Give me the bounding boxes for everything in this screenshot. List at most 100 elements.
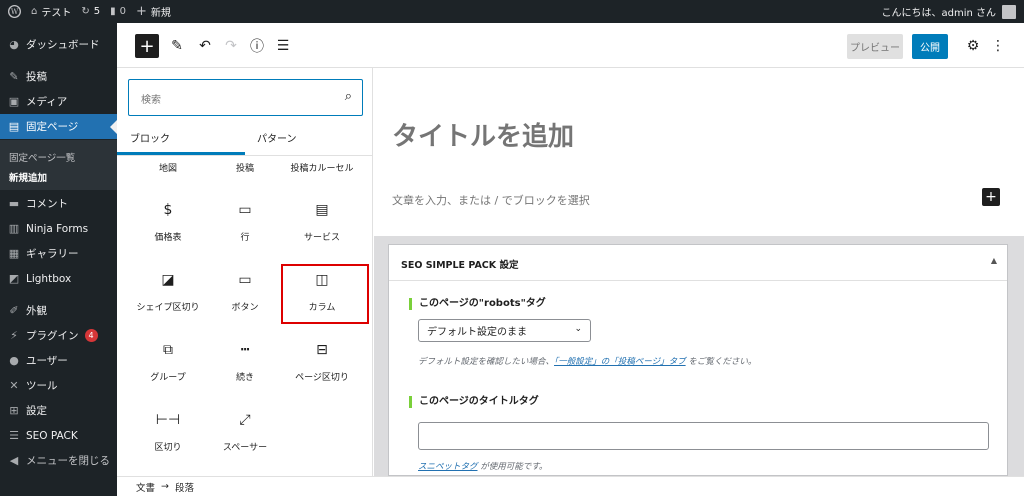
sidebar-item-tools[interactable]: ✕ ツール [0, 373, 117, 398]
more-vertical-icon: ⋮ [991, 38, 1005, 54]
avatar [1002, 4, 1016, 19]
updates-count: 5 [93, 6, 101, 17]
general-settings-link[interactable]: 「一般設定」の「投稿ページ」タブ [554, 357, 686, 367]
caret-up-icon[interactable]: ▲ [991, 256, 997, 265]
columns-icon: ◫ [315, 272, 329, 288]
robots-help-text: デフォルト設定を確認したい場合、「一般設定」の「投稿ページ」タブ をご覧ください… [418, 355, 756, 367]
undo-icon: ↶ [199, 38, 211, 54]
lightbox-icon: ◩ [8, 272, 20, 285]
submenu-add-new[interactable]: 新規追加 [9, 170, 47, 184]
add-block-toggle-button[interactable]: + [135, 34, 159, 58]
preview-button[interactable]: プレビュー [847, 34, 903, 59]
block-label: ボタン [231, 303, 259, 313]
block-pricing-table[interactable]: $ 価格表 [128, 200, 208, 243]
sidebar-item-lightbox[interactable]: ◩ Lightbox [0, 266, 117, 291]
new-content-link[interactable]: + 新規 [136, 0, 171, 23]
comment-icon: ▬ [8, 197, 20, 210]
inline-add-block-button[interactable]: + [982, 188, 1000, 206]
block-service[interactable]: ▤ サービス [282, 200, 362, 243]
block-spacer[interactable]: ⤢ スペーサー [205, 410, 285, 453]
media-icon: ▣ [8, 95, 20, 108]
sidebar-item-posts[interactable]: ✎ 投稿 [0, 64, 117, 89]
block-search-input[interactable]: 検索 ⌕ [128, 79, 363, 116]
spacer-icon: ⤢ [239, 412, 251, 428]
sidebar-item-plugins[interactable]: ⚡ プラグイン 4 [0, 323, 117, 348]
block-group[interactable]: ⧉ グループ [128, 340, 208, 383]
sidebar-item-label: ダッシュボード [26, 39, 100, 51]
robots-select[interactable]: デフォルト設定のまま ⌄ [418, 319, 591, 342]
editor-canvas: タイトルを追加 文章を入力、または / でブロックを選択 + [374, 68, 1024, 236]
sidebar-item-ninja-forms[interactable]: ▥ Ninja Forms [0, 216, 117, 241]
sidebar-item-appearance[interactable]: ✐ 外観 [0, 298, 117, 323]
sidebar-item-pages[interactable]: ▤ 固定ページ [0, 114, 117, 139]
sidebar-item-label: 外観 [26, 305, 47, 317]
title-tag-input[interactable] [418, 422, 989, 450]
sidebar-item-dashboard[interactable]: ◕ ダッシュボード [0, 32, 117, 57]
updates-link[interactable]: ↻ 5 [81, 0, 100, 23]
sidebar-item-comments[interactable]: ▬ コメント [0, 191, 117, 216]
sidebar-item-label: メニューを閉じる [26, 455, 110, 467]
list-view-button[interactable]: ☰ [271, 34, 295, 58]
undo-button[interactable]: ↶ [193, 34, 217, 58]
redo-button[interactable]: ↷ [219, 34, 243, 58]
site-name-link[interactable]: ⌂ テスト [31, 0, 71, 23]
block-shape-divider[interactable]: ◪ シェイプ区切り [128, 270, 208, 313]
gallery-icon: ▦ [8, 247, 20, 260]
tools-button[interactable]: ✎ [165, 34, 189, 58]
block-button[interactable]: ▭ ボタン [205, 270, 285, 313]
snippet-tag-link[interactable]: スニペットタグ [418, 462, 478, 472]
chevron-down-icon: ⌄ [574, 324, 582, 334]
breadcrumb-document[interactable]: 文書 [136, 480, 155, 494]
sidebar-item-gallery[interactable]: ▦ ギャラリー [0, 241, 117, 266]
sidebar-collapse-menu[interactable]: ◀ メニューを閉じる [0, 448, 117, 473]
close-icon: + [139, 35, 155, 57]
sidebar-item-media[interactable]: ▣ メディア [0, 89, 117, 114]
tab-patterns[interactable]: パターン [257, 130, 297, 145]
publish-button[interactable]: 公開 [912, 34, 948, 59]
row-icon: ▭ [238, 202, 252, 218]
sidebar-item-label: Lightbox [26, 272, 72, 285]
metabox-title: SEO SIMPLE PACK 設定 [401, 260, 519, 271]
plugin-icon: ⚡ [10, 329, 18, 342]
plus-icon: + [136, 4, 147, 19]
details-button[interactable]: ⓘ [245, 34, 269, 58]
site-name: テスト [41, 8, 72, 19]
account-menu[interactable]: こんにちは、admin さん [881, 0, 1016, 23]
block-label: グループ [150, 373, 186, 383]
tab-blocks[interactable]: ブロック [130, 130, 170, 145]
submenu-all-pages[interactable]: 固定ページ一覧 [9, 150, 75, 164]
editor-toolbar: + ✎ ↶ ↷ ⓘ ☰ プレビュー 公開 ⚙ ⋮ [117, 23, 1024, 68]
pencil-icon: ✎ [171, 38, 183, 54]
post-title-input[interactable]: タイトルを追加 [392, 116, 574, 153]
block-columns[interactable]: ◫ カラム [282, 270, 362, 313]
block-label: サービス [303, 233, 340, 243]
seo-simple-pack-metabox: SEO SIMPLE PACK 設定 ▲ このページの"robots"タグ デフ… [388, 244, 1008, 476]
service-icon: ▤ [315, 202, 329, 218]
block-separator[interactable]: ⊢⊣ 区切り [128, 410, 208, 453]
sidebar-item-seo-pack[interactable]: ☰ SEO PACK [0, 423, 117, 448]
options-button[interactable]: ⋮ [986, 34, 1010, 58]
block-label: 行 [240, 233, 250, 243]
user-icon: ● [9, 354, 19, 367]
sidebar-item-settings[interactable]: ⊞ 設定 [0, 398, 117, 423]
wordpress-logo-icon[interactable]: W [8, 0, 21, 23]
breadcrumb-arrow-icon: → [161, 481, 169, 492]
block-label: 投稿 [235, 164, 254, 174]
metabox-header[interactable]: SEO SIMPLE PACK 設定 ▲ [389, 245, 1007, 281]
block-more[interactable]: ┅ 続き [205, 340, 285, 383]
block-map[interactable]: 地図 [128, 161, 208, 174]
block-posts[interactable]: 投稿 [205, 161, 285, 174]
sidebar-item-users[interactable]: ● ユーザー [0, 348, 117, 373]
paragraph-placeholder[interactable]: 文章を入力、または / でブロックを選択 [392, 192, 590, 208]
settings-button[interactable]: ⚙ [961, 34, 985, 58]
block-inserter-panel: 検索 ⌕ ブロック パターン 地図 投稿 投稿カルーセル $ 価格表 ▭ 行 ▤ サー… [117, 68, 373, 476]
brush-icon: ✐ [9, 304, 19, 317]
comments-link[interactable]: ▮ 0 [110, 0, 126, 23]
block-label: シェイプ区切り [136, 303, 200, 313]
block-page-break[interactable]: ⊟ ページ区切り [282, 340, 362, 383]
breadcrumb-paragraph[interactable]: 段落 [175, 480, 194, 494]
block-post-carousel[interactable]: 投稿カルーセル [282, 161, 362, 174]
dashboard-icon: ◕ [9, 38, 19, 51]
admin-sidebar: ◕ ダッシュボード ✎ 投稿 ▣ メディア ▤ 固定ページ 固定ページ一覧 新規追加 ▬… [0, 23, 117, 496]
block-row[interactable]: ▭ 行 [205, 200, 285, 243]
